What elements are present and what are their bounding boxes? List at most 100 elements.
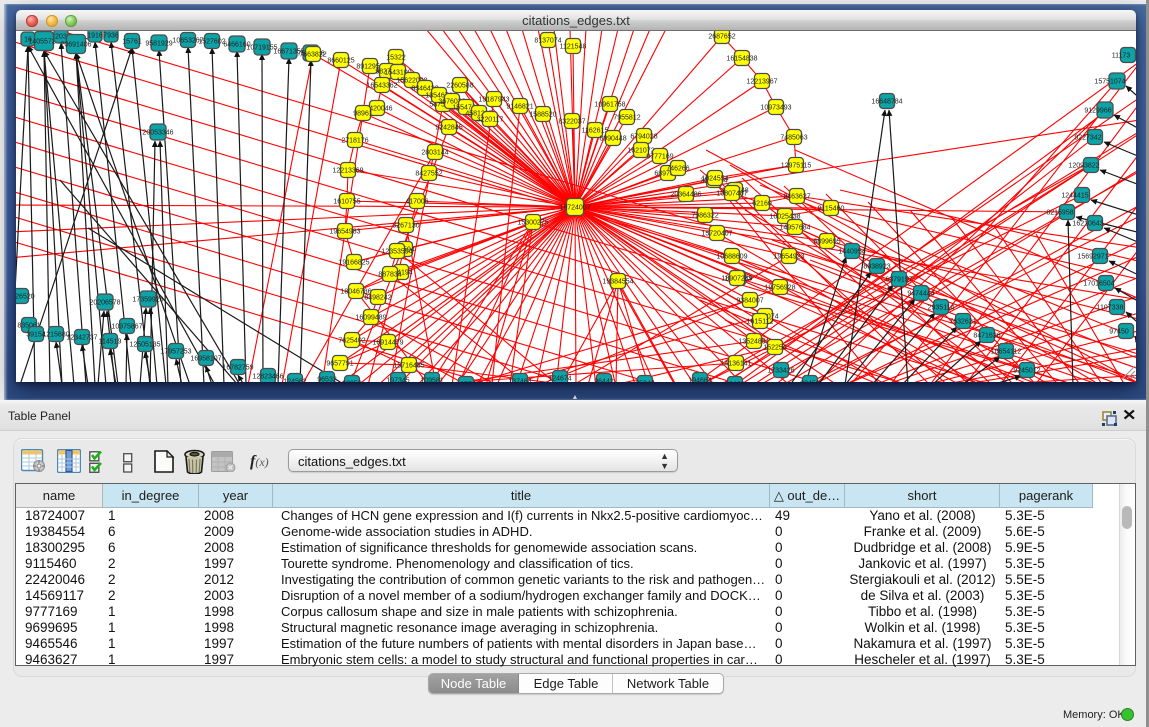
svg-text:2626520: 2626520 [16,293,35,300]
svg-text:19166825: 19166825 [338,259,369,266]
svg-text:14136141: 14136141 [720,360,751,367]
svg-text:1024554: 1024554 [701,175,728,182]
svg-text:17359928: 17359928 [132,296,163,303]
svg-text:7955812: 7955812 [613,114,640,121]
svg-text:16914479: 16914479 [372,339,403,346]
svg-text:16782759: 16782759 [222,364,253,371]
svg-text:9777169: 9777169 [646,153,673,160]
svg-text:2687652: 2687652 [708,33,735,40]
svg-text:62160: 62160 [752,200,772,207]
svg-text:2260588: 2260588 [446,82,473,89]
svg-text:8471626: 8471626 [973,332,1000,339]
svg-text:7986322: 7986322 [691,212,718,219]
svg-text:10973493: 10973493 [760,104,791,111]
svg-text:12975115: 12975115 [781,162,812,169]
svg-text:16482: 16482 [725,381,745,382]
svg-text:7936: 7936 [103,32,119,39]
svg-text:96442: 96442 [594,378,614,382]
svg-text:3267130: 3267130 [392,222,419,229]
svg-text:152254: 152254 [763,344,786,351]
svg-text:1244415: 1244415 [1061,192,1088,199]
svg-text:17016504: 17016504 [1083,280,1114,287]
svg-text:8215958: 8215958 [1046,209,1073,216]
svg-text:8137074: 8137074 [534,37,561,44]
svg-text:16754: 16754 [456,381,476,382]
svg-text:10961758: 10961758 [594,101,625,108]
svg-text:98961: 98961 [353,110,373,117]
svg-text:10958: 10958 [342,380,362,382]
svg-text:9115460: 9115460 [818,205,845,212]
svg-text:124562: 124562 [283,378,306,382]
svg-text:96532: 96532 [317,376,337,382]
svg-text:15300275: 15300275 [517,219,548,226]
svg-text:8427552: 8427552 [415,170,442,177]
svg-text:1610755: 1610755 [333,198,360,205]
svg-text:14957684: 14957684 [779,224,810,231]
svg-text:15322: 15322 [386,54,406,61]
svg-text:20053346: 20053346 [142,129,173,136]
svg-text:20206578: 20206578 [89,299,120,306]
svg-text:8660125: 8660125 [327,57,354,64]
svg-text:15692971: 15692971 [1077,253,1108,260]
svg-text:2803144: 2803144 [421,149,448,156]
svg-text:17957253: 17957253 [160,348,191,355]
svg-text:2935114: 2935114 [928,304,955,311]
svg-text:8990448: 8990448 [599,135,626,142]
svg-text:7663822: 7663822 [299,51,326,58]
svg-text:12213967: 12213967 [746,78,777,85]
svg-text:197345: 197345 [386,377,409,382]
svg-text:8322037: 8322037 [558,118,585,125]
svg-text:1588520: 1588520 [529,111,556,118]
svg-text:9242845: 9242845 [435,124,462,131]
svg-text:12342737: 12342737 [66,334,97,341]
svg-text:10654112: 10654112 [991,348,1022,355]
svg-text:10688609: 10688609 [716,253,747,260]
svg-text:19384554: 19384554 [602,278,633,285]
svg-text:16543362: 16543362 [366,82,397,89]
svg-text:6794028: 6794028 [630,133,657,140]
svg-text:11173: 11173 [1112,52,1131,59]
svg-text:18724007: 18724007 [559,204,590,211]
svg-text:9245012: 9245012 [1013,367,1040,374]
svg-text:10807487: 10807487 [716,190,747,197]
svg-text:19654923: 19654923 [773,253,804,260]
svg-text:1615112: 1615112 [747,318,774,325]
svg-text:1733426: 1733426 [767,367,794,374]
svg-text:1916: 1916 [87,32,103,39]
svg-text:85241: 85241 [635,380,655,382]
svg-text:1162615: 1162615 [582,127,609,134]
svg-text:1440954: 1440954 [838,248,865,255]
svg-text:8498242: 8498242 [364,294,391,301]
svg-text:2718176: 2718176 [341,137,368,144]
svg-text:20364486: 20364486 [670,191,701,198]
svg-text:16210643: 16210643 [1072,220,1103,227]
svg-text:12823466: 12823466 [252,373,283,380]
svg-text:9129966: 9129966 [1084,107,1111,114]
svg-text:9146821: 9146821 [506,103,533,110]
svg-text:124674: 124674 [548,375,571,382]
svg-text:19187943: 19187943 [478,96,509,103]
svg-text:92450: 92450 [800,380,820,382]
svg-text:417006: 417006 [405,198,428,205]
svg-text:194664: 194664 [688,377,711,382]
svg-text:8938923: 8938923 [863,263,890,270]
svg-text:1527602: 1527602 [198,38,225,45]
svg-text:10975867: 10975867 [111,323,142,330]
svg-text:97450: 97450 [1109,328,1129,335]
svg-text:16958107: 16958107 [190,355,221,362]
svg-text:137464: 137464 [508,378,531,382]
svg-text:6899695: 6899695 [813,238,840,245]
svg-text:15761: 15761 [122,38,142,45]
svg-text:19756928: 19756928 [764,284,795,291]
svg-text:6379197: 6379197 [885,276,912,283]
svg-text:15720407: 15720407 [701,230,732,237]
svg-text:746266: 746266 [666,165,689,172]
svg-text:7485063: 7485063 [780,134,807,141]
svg-text:16648784: 16648784 [871,98,902,105]
svg-text:887834: 887834 [378,271,401,278]
svg-text:12213369: 12213369 [332,167,363,174]
svg-text:1107338: 1107338 [1097,304,1124,311]
svg-text:9227342: 9227342 [1074,134,1101,141]
svg-text:12505135: 12505135 [129,341,160,348]
svg-text:9657791: 9657791 [326,360,353,367]
